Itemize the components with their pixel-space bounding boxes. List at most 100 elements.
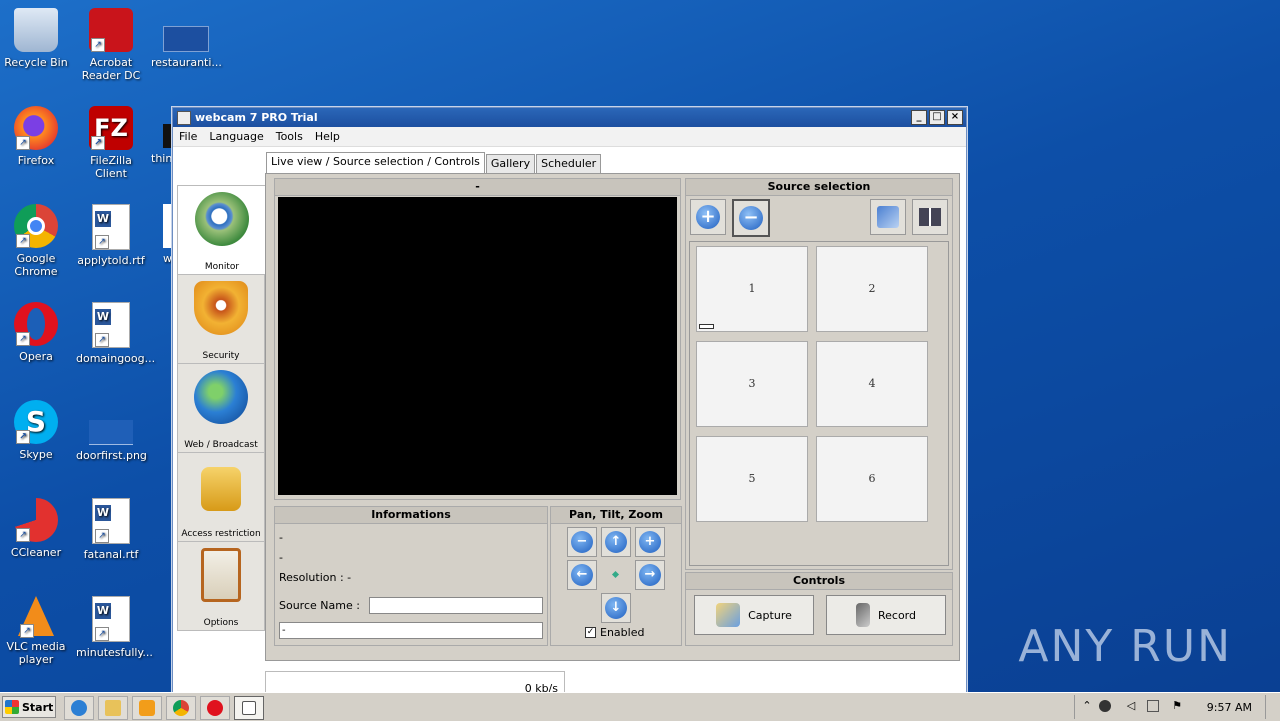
desktop-icon-thin[interactable]: thin <box>151 106 173 165</box>
show-hidden-icons-icon[interactable]: ⌃ <box>1081 700 1093 712</box>
zoom-in-button[interactable]: + <box>635 527 665 557</box>
ptz-enabled-checkbox[interactable]: ✓ Enabled <box>585 626 644 639</box>
tab-live-view[interactable]: Live view / Source selection / Controls <box>266 152 485 175</box>
start-button[interactable]: Start <box>2 696 56 718</box>
tilt-down-button[interactable]: ↓ <box>601 593 631 623</box>
desktop-icon-recycle-bin[interactable]: Recycle Bin <box>1 8 71 69</box>
desktop-icon-chrome[interactable]: ↗ Google Chrome <box>1 204 71 278</box>
desktop-icon-skype[interactable]: S ↗ Skype <box>1 400 71 461</box>
ccleaner-icon: ↗ <box>14 498 58 542</box>
zoom-out-button[interactable]: − <box>567 527 597 557</box>
source-name-field[interactable] <box>369 597 543 614</box>
sidebar-item-options[interactable]: Options <box>177 541 265 631</box>
sidebar-item-monitor[interactable]: Monitor <box>177 185 266 274</box>
taskbar-ie[interactable] <box>64 696 94 720</box>
ptz-center-button[interactable] <box>601 560 631 590</box>
arrow-left-icon: ← <box>571 564 593 586</box>
show-desktop-button[interactable] <box>1265 695 1280 719</box>
desktop-icon-filezilla[interactable]: FZ ↗ FileZilla Client <box>76 106 146 180</box>
record-button[interactable]: Record <box>826 595 946 635</box>
word-document-icon: W ↗ <box>92 498 130 544</box>
menu-tools[interactable]: Tools <box>270 130 309 143</box>
sidebar: Monitor Security Web / Broadcast Access … <box>177 185 266 631</box>
sidebar-item-security[interactable]: Security <box>177 274 265 363</box>
tab-strip: Live view / Source selection / Controls … <box>266 152 602 175</box>
maximize-button[interactable]: □ <box>929 110 945 125</box>
shortcut-arrow-icon: ↗ <box>95 333 109 347</box>
sidebar-item-access-restriction[interactable]: Access restriction <box>177 452 265 541</box>
minimize-button[interactable]: _ <box>911 110 927 125</box>
speaker-icon[interactable]: ◁ <box>1125 700 1137 712</box>
desktop-icon-firefox[interactable]: ↗ Firefox <box>1 106 71 167</box>
source-selection-panel: Source selection + − 1 2 3 4 5 6 <box>685 178 953 570</box>
globe-satellite-icon <box>194 370 248 424</box>
desktop-icon-opera[interactable]: ↗ Opera <box>1 302 71 363</box>
start-label: Start <box>22 700 54 714</box>
layout-grid-button[interactable] <box>912 199 948 235</box>
desktop-icon-minutesfully[interactable]: W ↗ minutesfully... <box>76 596 153 659</box>
source-slot-2[interactable]: 2 <box>816 246 928 332</box>
source-slot-5[interactable]: 5 <box>696 436 808 522</box>
controls-title: Controls <box>686 573 952 590</box>
desktop-icon-restauranti[interactable]: restauranti... <box>151 8 222 69</box>
action-center-flag-icon[interactable]: ⚑ <box>1171 700 1183 712</box>
taskbar-explorer[interactable] <box>98 696 128 720</box>
menu-language[interactable]: Language <box>203 130 269 143</box>
network-icon[interactable] <box>1147 700 1159 712</box>
shortcut-arrow-icon: ↗ <box>20 624 34 638</box>
close-button[interactable]: × <box>947 110 963 125</box>
source-slot-1[interactable]: 1 <box>696 246 808 332</box>
ptz-panel: Pan, Tilt, Zoom − ↑ + ← → ↓ ✓ Enabled <box>550 506 682 646</box>
menu-file[interactable]: File <box>173 130 203 143</box>
desktop-icon-ccleaner[interactable]: ↗ CCleaner <box>1 498 71 559</box>
menu-help[interactable]: Help <box>309 130 346 143</box>
taskbar-webcam7[interactable] <box>234 696 264 720</box>
informations-title: Informations <box>275 507 547 524</box>
add-source-button[interactable]: + <box>690 199 726 235</box>
source-slot-3[interactable]: 3 <box>696 341 808 427</box>
shortcut-arrow-icon: ↗ <box>95 627 109 641</box>
clock[interactable]: 9:57 AM <box>1207 701 1252 714</box>
taskbar-media-player[interactable] <box>132 696 162 720</box>
webcam-window: webcam 7 PRO Trial _ □ × File Language T… <box>172 107 967 695</box>
recycle-bin-icon <box>14 8 58 52</box>
source-slot-6[interactable]: 6 <box>816 436 928 522</box>
app-icon <box>177 110 191 125</box>
info-line-2: - <box>279 551 283 564</box>
capture-label: Capture <box>748 608 792 622</box>
pan-right-button[interactable]: → <box>635 560 665 590</box>
taskbar-opera[interactable] <box>200 696 230 720</box>
taskbar-chrome[interactable] <box>166 696 196 720</box>
media-player-icon <box>139 700 155 716</box>
source-settings-button[interactable] <box>870 199 906 235</box>
desktop-icon-doorfirst[interactable]: doorfirst.png <box>76 400 147 462</box>
shortcut-arrow-icon: ↗ <box>95 235 109 249</box>
desktop-icon-acrobat[interactable]: ↗ Acrobat Reader DC <box>76 8 146 82</box>
checkbox-checked-icon: ✓ <box>585 627 596 638</box>
ptz-title: Pan, Tilt, Zoom <box>551 507 681 524</box>
minus-icon: − <box>739 206 763 230</box>
desktop-icon-fatanal[interactable]: W ↗ fatanal.rtf <box>76 498 146 561</box>
desktop-icon-vlc[interactable]: ↗ VLC media player <box>1 596 71 666</box>
desktop-icon-domaingoog[interactable]: W ↗ domaingoog... <box>76 302 155 365</box>
desktop-icon-applytold[interactable]: W ↗ applytold.rtf <box>76 204 146 267</box>
tab-scheduler[interactable]: Scheduler <box>536 154 602 175</box>
video-preview[interactable] <box>278 197 677 495</box>
opera-icon: ↗ <box>14 302 58 346</box>
info-bottom-field[interactable]: - <box>279 622 543 639</box>
tray-app-icon[interactable] <box>1099 700 1111 712</box>
pan-left-button[interactable]: ← <box>567 560 597 590</box>
source-slot-4[interactable]: 4 <box>816 341 928 427</box>
window-content: Monitor Security Web / Broadcast Access … <box>173 147 964 695</box>
sidebar-item-web-broadcast[interactable]: Web / Broadcast <box>177 363 265 452</box>
remove-source-button[interactable]: − <box>732 199 770 237</box>
capture-button[interactable]: Capture <box>694 595 814 635</box>
word-document-icon: W ↗ <box>92 204 130 250</box>
info-resolution: Resolution : - <box>279 571 352 584</box>
tilt-up-button[interactable]: ↑ <box>601 527 631 557</box>
filezilla-icon: FZ ↗ <box>89 106 133 150</box>
desktop-icon-w[interactable]: w <box>151 204 173 265</box>
tab-gallery[interactable]: Gallery <box>485 154 536 175</box>
title-bar[interactable]: webcam 7 PRO Trial _ □ × <box>173 108 966 127</box>
skype-icon: S ↗ <box>14 400 58 444</box>
